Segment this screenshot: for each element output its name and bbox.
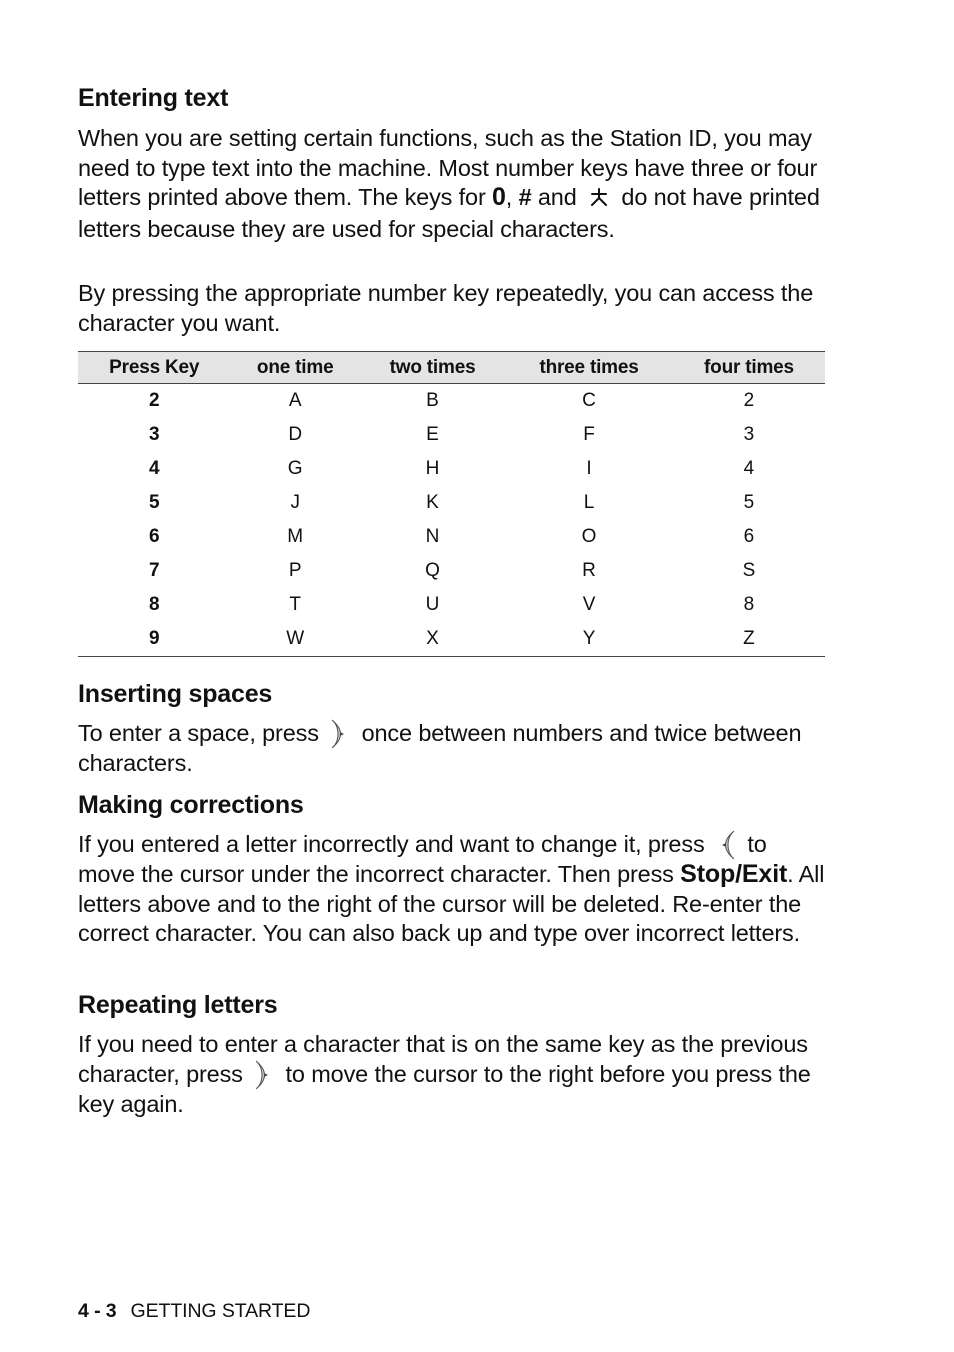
table-cell: C	[582, 390, 596, 411]
paragraph-inserting-spaces: To enter a space, press once between num…	[78, 719, 826, 779]
table-cell: I	[586, 458, 592, 479]
table-cell: E	[426, 424, 439, 445]
column-header: four times	[672, 351, 825, 384]
text-segment: and	[531, 184, 584, 211]
right-arrow-key-icon	[253, 1060, 275, 1090]
key-cell: 7	[148, 560, 160, 581]
column-header: one time	[230, 351, 360, 384]
table-cell: F	[583, 424, 595, 445]
table-cell: 5	[743, 492, 755, 513]
table-row: 7 P Q R S	[78, 554, 825, 588]
star-key-icon	[589, 185, 609, 215]
table-header-row: Press Key one time two times three times…	[78, 351, 825, 384]
table-cell: B	[426, 390, 439, 411]
table-cell: 3	[743, 424, 755, 445]
table-cell: A	[288, 390, 302, 411]
table-cell: V	[582, 594, 596, 615]
table-cell: O	[581, 526, 597, 547]
table-cell: U	[425, 594, 440, 615]
page-footer: 4 - 3 GETTING STARTED	[78, 1300, 310, 1323]
table-cell: M	[287, 526, 304, 547]
table-cell: 4	[743, 458, 755, 479]
key-hash-label: #	[518, 184, 532, 211]
table-cell: 6	[743, 526, 755, 547]
paragraph-making-corrections: If you entered a letter incorrectly and …	[78, 830, 826, 949]
table-cell: J	[290, 492, 300, 513]
table-cell: Q	[425, 560, 440, 581]
text-segment: To enter a space, press	[78, 720, 326, 746]
paragraph-pressing-keys: By pressing the appropriate number key r…	[78, 280, 814, 336]
table-row: 2 A B C 2	[78, 384, 825, 419]
table-cell: P	[288, 560, 302, 581]
table-cell: Z	[672, 622, 825, 657]
key-cell: 4	[148, 458, 160, 479]
column-header: two times	[359, 351, 506, 384]
key-cell: 8	[148, 594, 160, 615]
table-row: 5 J K L 5	[78, 486, 825, 520]
paragraph-entering-text: When you are setting certain functions, …	[78, 124, 826, 244]
key-cell: 9	[78, 622, 231, 657]
page-number: 4 - 3	[78, 1300, 117, 1322]
table-row: 6 M N O 6	[78, 520, 825, 554]
table-cell: Y	[505, 622, 673, 657]
table-cell: N	[425, 526, 440, 547]
heading-making-corrections: Making corrections	[78, 791, 304, 819]
table-cell: 2	[743, 390, 755, 411]
table-cell: K	[426, 492, 439, 513]
table-row: 8 T U V 8	[78, 588, 825, 622]
table-cell: L	[583, 492, 595, 513]
heading-entering-text: Entering text	[78, 84, 229, 112]
heading-inserting-spaces: Inserting spaces	[78, 680, 273, 708]
text-segment: If you entered a letter incorrectly and …	[78, 831, 711, 857]
table-cell: S	[742, 560, 756, 581]
table-cell: R	[582, 560, 596, 581]
left-arrow-key-icon	[715, 830, 737, 860]
stop-exit-key-label: Stop/Exit	[680, 860, 788, 888]
key-cell: 5	[148, 492, 160, 513]
key-cell: 2	[148, 390, 160, 411]
table-cell: X	[359, 622, 506, 657]
table-row: 3 D E F 3	[78, 418, 825, 452]
key-cell: 6	[148, 526, 160, 547]
heading-repeating-letters: Repeating letters	[78, 991, 278, 1019]
right-arrow-key-icon	[329, 719, 351, 749]
table-cell: 8	[743, 594, 755, 615]
chapter-title: GETTING STARTED	[130, 1300, 311, 1322]
table-cell: G	[287, 458, 303, 479]
column-header: Press Key	[78, 351, 231, 384]
paragraph-repeating-letters: If you need to enter a character that is…	[78, 1030, 826, 1119]
table-row: 4 G H I 4	[78, 452, 825, 486]
key-character-table: Press Key one time two times three times…	[78, 351, 825, 657]
table-cell: D	[288, 424, 303, 445]
column-header: three times	[505, 351, 673, 384]
table-cell: W	[230, 622, 360, 657]
table-cell: T	[289, 594, 301, 615]
table-row: 9WXYZ	[78, 622, 825, 657]
table-cell: H	[425, 458, 440, 479]
text-segment: ,	[505, 184, 519, 211]
key-zero-label: 0	[492, 183, 506, 212]
key-cell: 3	[148, 424, 160, 445]
